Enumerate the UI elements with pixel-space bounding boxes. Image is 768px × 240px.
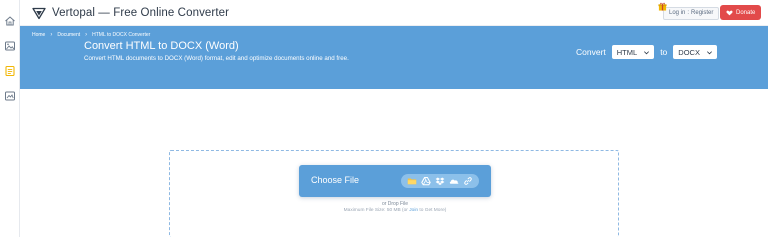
- chevron-down-icon: [644, 50, 650, 54]
- sidebar-rail: [0, 0, 20, 237]
- file-drop-zone[interactable]: Choose File or Drop File Maximum File Si…: [169, 150, 619, 237]
- folder-icon[interactable]: [407, 176, 417, 186]
- dropbox-icon[interactable]: [435, 176, 445, 186]
- document-icon[interactable]: [4, 65, 16, 77]
- from-format-value: HTML: [616, 47, 638, 57]
- max-file-size-note: Maximum File Size: 50 MB (or Join to Get…: [170, 208, 620, 213]
- gift-icon: [658, 2, 667, 11]
- login-link[interactable]: Log in: [669, 10, 685, 16]
- from-format-select[interactable]: HTML: [611, 45, 655, 59]
- register-link[interactable]: Register: [691, 10, 713, 16]
- top-header: Vertopal — Free Online Converter Log in …: [20, 0, 768, 26]
- breadcrumb-document[interactable]: Document: [57, 32, 80, 38]
- auth-separator: :: [687, 10, 690, 16]
- link-icon[interactable]: [463, 176, 473, 186]
- to-format-value: DOCX: [678, 47, 700, 57]
- breadcrumb-chevron-icon: ›: [85, 32, 88, 38]
- heart-hand-icon: [726, 10, 733, 15]
- media-icon[interactable]: [4, 90, 16, 102]
- donate-button[interactable]: Donate: [720, 5, 762, 20]
- breadcrumb-chevron-icon: ›: [50, 32, 53, 38]
- auth-links: Log in : Register: [658, 2, 720, 20]
- to-format-select[interactable]: DOCX: [673, 45, 717, 59]
- drop-hint: or Drop File: [381, 201, 409, 207]
- choose-file-label: Choose File: [311, 175, 360, 185]
- hero-banner: Home › Document › HTML to DOCX Converter…: [20, 26, 768, 89]
- choose-file-button[interactable]: Choose File: [299, 165, 491, 197]
- max-size-prefix: Maximum File Size: 50 MB (or: [343, 208, 408, 213]
- home-icon[interactable]: [4, 15, 16, 27]
- max-size-suffix: to Get More): [419, 208, 447, 213]
- donate-label: Donate: [736, 9, 756, 16]
- page-title: Convert HTML to DOCX (Word): [84, 40, 239, 52]
- breadcrumb: Home › Document › HTML to DOCX Converter: [32, 32, 150, 38]
- image-icon[interactable]: [4, 40, 16, 52]
- chevron-down-icon: [706, 50, 712, 54]
- google-drive-icon[interactable]: [421, 176, 431, 186]
- convert-label: Convert: [576, 47, 606, 57]
- page: Vertopal — Free Online Converter Log in …: [0, 0, 768, 237]
- format-selector: Convert HTML to DOCX: [576, 45, 717, 59]
- auth-box: Log in : Register: [663, 6, 720, 20]
- breadcrumb-current: HTML to DOCX Converter: [92, 32, 151, 38]
- upload-sources: [401, 174, 479, 188]
- page-subtitle: Convert HTML documents to DOCX (Word) fo…: [84, 55, 349, 62]
- to-label: to: [660, 47, 668, 57]
- brand[interactable]: Vertopal — Free Online Converter: [32, 5, 229, 21]
- vertopal-logo-icon: [32, 7, 46, 19]
- breadcrumb-home[interactable]: Home: [32, 32, 45, 38]
- onedrive-icon[interactable]: [449, 176, 459, 186]
- app-title: Vertopal — Free Online Converter: [52, 7, 230, 19]
- join-link[interactable]: Join: [409, 208, 418, 213]
